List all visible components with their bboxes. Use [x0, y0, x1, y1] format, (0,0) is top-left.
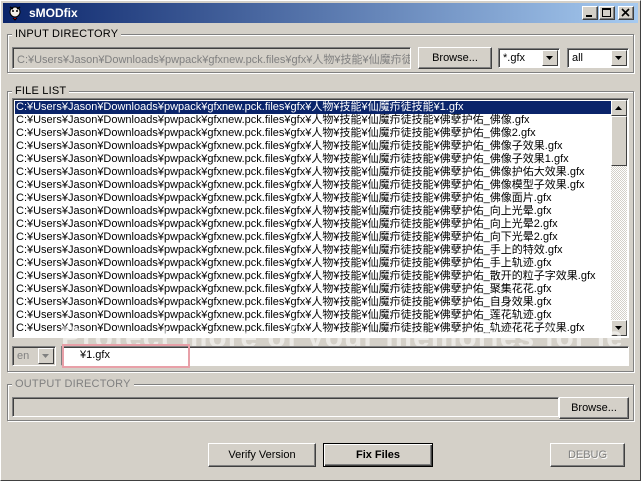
highlight-box	[62, 344, 190, 368]
file-list-scrollbar[interactable]	[611, 100, 627, 336]
language-dropdown-button[interactable]	[38, 348, 54, 364]
list-item[interactable]: C:¥Users¥Jason¥Downloads¥pwpack¥gfxnew.p…	[15, 322, 611, 335]
list-item[interactable]: C:¥Users¥Jason¥Downloads¥pwpack¥gfxnew.p…	[15, 257, 611, 270]
verify-version-button[interactable]: Verify Version	[208, 443, 316, 467]
file-list-label: FILE LIST	[12, 85, 70, 97]
window-title: sMODfix	[29, 6, 78, 20]
language-dropdown[interactable]: en	[12, 346, 56, 366]
list-item[interactable]: C:¥Users¥Jason¥Downloads¥pwpack¥gfxnew.p…	[15, 101, 611, 114]
scope-dropdown[interactable]: all	[567, 48, 629, 68]
output-directory-label: OUTPUT DIRECTORY	[12, 378, 134, 390]
list-item[interactable]: C:¥Users¥Jason¥Downloads¥pwpack¥gfxnew.p…	[15, 283, 611, 296]
app-window: sMODfix INPUT DIRECTORY C:¥Users¥Jason¥D…	[0, 0, 641, 481]
filter-value: *.gfx	[503, 52, 526, 64]
scope-value: all	[572, 52, 584, 64]
scope-dropdown-button[interactable]	[611, 50, 627, 66]
chevron-down-icon	[546, 56, 553, 60]
scroll-down-button[interactable]	[611, 320, 627, 336]
input-directory-label: INPUT DIRECTORY	[12, 28, 122, 40]
list-item[interactable]: C:¥Users¥Jason¥Downloads¥pwpack¥gfxnew.p…	[15, 140, 611, 153]
list-item[interactable]: C:¥Users¥Jason¥Downloads¥pwpack¥gfxnew.p…	[15, 127, 611, 140]
list-item[interactable]: C:¥Users¥Jason¥Downloads¥pwpack¥gfxnew.p…	[15, 153, 611, 166]
chevron-up-icon	[615, 106, 622, 110]
list-item[interactable]: C:¥Users¥Jason¥Downloads¥pwpack¥gfxnew.p…	[15, 192, 611, 205]
list-item[interactable]: C:¥Users¥Jason¥Downloads¥pwpack¥gfxnew.p…	[15, 166, 611, 179]
maximize-button[interactable]	[599, 6, 615, 20]
output-browse-button[interactable]: Browse...	[559, 397, 629, 419]
list-item[interactable]: C:¥Users¥Jason¥Downloads¥pwpack¥gfxnew.p…	[15, 205, 611, 218]
scroll-thumb[interactable]	[611, 116, 627, 166]
maximize-icon	[602, 8, 611, 17]
list-item[interactable]: C:¥Users¥Jason¥Downloads¥pwpack¥gfxnew.p…	[15, 270, 611, 283]
list-item[interactable]: C:¥Users¥Jason¥Downloads¥pwpack¥gfxnew.p…	[15, 114, 611, 127]
file-listbox[interactable]: C:¥Users¥Jason¥Downloads¥pwpack¥gfxnew.p…	[12, 98, 629, 338]
chevron-down-icon	[615, 56, 622, 60]
filter-dropdown[interactable]: *.gfx	[498, 48, 560, 68]
input-browse-button[interactable]: Browse...	[418, 47, 492, 69]
list-item[interactable]: C:¥Users¥Jason¥Downloads¥pwpack¥gfxnew.p…	[15, 296, 611, 309]
file-list-items: C:¥Users¥Jason¥Downloads¥pwpack¥gfxnew.p…	[15, 101, 611, 335]
chevron-down-icon	[42, 354, 49, 358]
debug-button[interactable]: DEBUG	[550, 443, 625, 467]
fix-files-button[interactable]: Fix Files	[323, 443, 433, 467]
filter-dropdown-button[interactable]	[542, 50, 558, 66]
language-value: en	[17, 350, 30, 362]
list-item[interactable]: C:¥Users¥Jason¥Downloads¥pwpack¥gfxnew.p…	[15, 309, 611, 322]
app-icon	[7, 5, 23, 21]
chevron-down-icon	[615, 326, 622, 330]
list-item[interactable]: C:¥Users¥Jason¥Downloads¥pwpack¥gfxnew.p…	[15, 244, 611, 257]
title-bar[interactable]: sMODfix	[3, 3, 638, 23]
input-directory-field[interactable]: C:¥Users¥Jason¥Downloads¥pwpack¥gfxnew.p…	[12, 47, 411, 69]
list-item[interactable]: C:¥Users¥Jason¥Downloads¥pwpack¥gfxnew.p…	[15, 231, 611, 244]
close-icon	[621, 8, 630, 17]
list-item[interactable]: C:¥Users¥Jason¥Downloads¥pwpack¥gfxnew.p…	[15, 218, 611, 231]
scroll-up-button[interactable]	[611, 100, 627, 116]
minimize-icon	[586, 15, 592, 17]
list-item[interactable]: C:¥Users¥Jason¥Downloads¥pwpack¥gfxnew.p…	[15, 179, 611, 192]
output-directory-field[interactable]	[12, 397, 559, 417]
minimize-button[interactable]	[582, 6, 598, 20]
close-button[interactable]	[618, 6, 634, 20]
